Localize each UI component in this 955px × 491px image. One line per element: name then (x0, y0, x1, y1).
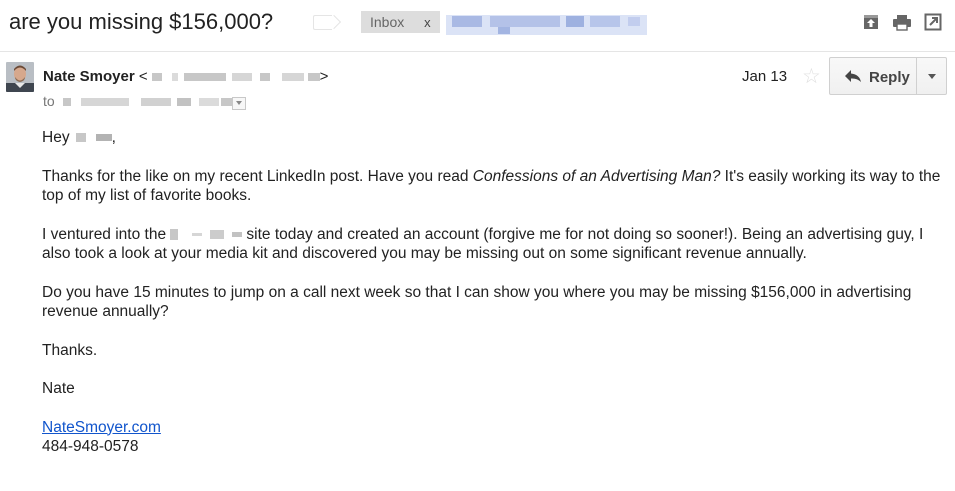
email-close-bracket: > (319, 68, 329, 85)
paragraph-2: I ventured into the site today and creat… (42, 225, 924, 263)
paragraph-3: Do you have 15 minutes to jump on a call… (42, 283, 912, 321)
greeting: Hey, (42, 129, 116, 146)
remove-label-button[interactable]: x (424, 15, 431, 30)
inbox-label-chip[interactable]: Inbox x (361, 11, 440, 33)
redacted-sender-email (148, 68, 320, 85)
more-options-button[interactable] (916, 57, 947, 95)
sender-avatar[interactable] (6, 62, 34, 92)
signature-link[interactable]: NateSmoyer.com (42, 419, 161, 436)
signature-phone: 484-948-0578 (42, 438, 139, 455)
redacted-recipient-name (70, 129, 112, 146)
signature-name: Nate (42, 380, 75, 397)
sender-line: Nate Smoyer < > (43, 68, 328, 85)
email-open-bracket: < (138, 68, 148, 85)
book-title: Confessions of an Advertising Man? (472, 167, 721, 185)
reply-label: Reply (869, 69, 910, 86)
label-name: Inbox (370, 14, 405, 30)
paragraph-1: Thanks for the like on my recent LinkedI… (42, 167, 941, 205)
message-date: Jan 13 (742, 68, 788, 85)
redacted-site-name (166, 226, 243, 243)
reply-button[interactable]: Reply (829, 57, 917, 95)
header-divider (0, 51, 955, 52)
redacted-recipient (55, 93, 233, 109)
paragraph-4: Thanks. (42, 341, 98, 359)
message-body: Hey, Thanks for the like on my recent Li… (42, 128, 942, 457)
star-icon[interactable]: ☆ (802, 66, 821, 88)
signature-block: NateSmoyer.com 484-948-0578 (42, 418, 942, 457)
to-prefix: to (43, 93, 55, 109)
print-icon[interactable] (892, 13, 912, 31)
email-subject: are you missing $156,000? (9, 9, 274, 34)
new-window-icon[interactable] (924, 13, 942, 31)
sender-name[interactable]: Nate Smoyer (43, 68, 135, 85)
recipient-line: to (43, 93, 233, 109)
label-marker-icon[interactable] (313, 15, 332, 30)
subject-bar: are you missing $156,000? Inbox x (0, 0, 955, 50)
archive-icon[interactable] (862, 13, 880, 31)
reply-arrow-icon (845, 70, 861, 82)
recipient-details-toggle[interactable] (232, 97, 246, 110)
